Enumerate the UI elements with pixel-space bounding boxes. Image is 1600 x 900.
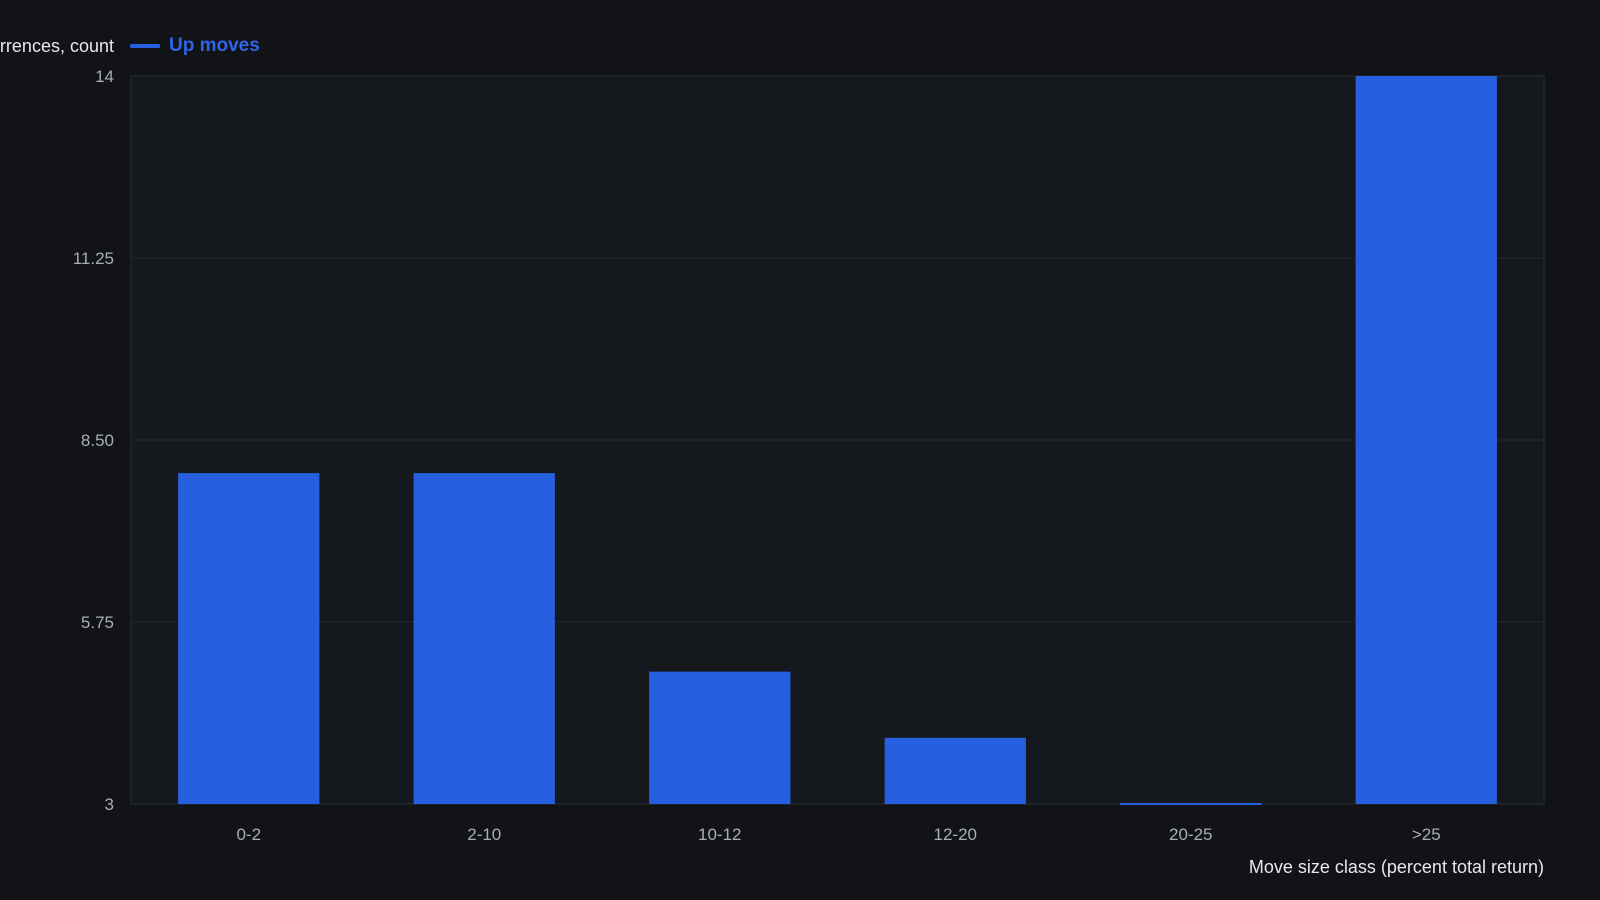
bar-2-10[interactable] bbox=[413, 473, 555, 804]
x-tick-label: 0-2 bbox=[236, 825, 261, 844]
x-axis-label: Move size class (percent total return) bbox=[1248, 857, 1544, 877]
x-tick-label: 2-10 bbox=[467, 825, 501, 844]
bar-0-2[interactable] bbox=[178, 473, 320, 804]
x-tick-label: 20-25 bbox=[1169, 825, 1212, 844]
x-tick-label: 10-12 bbox=[698, 825, 741, 844]
y-tick-label: 3 bbox=[105, 795, 114, 814]
bar-20-25[interactable] bbox=[1120, 803, 1262, 805]
legend-swatch bbox=[130, 44, 160, 48]
x-tick-label: 12-20 bbox=[934, 825, 977, 844]
legend-label-up-moves: Up moves bbox=[169, 35, 260, 56]
y-tick-label: 5.75 bbox=[81, 613, 114, 632]
chart-container: 3 5.75 8.50 11.25 14 0-2 2-10 10-12 12-20 20-25 >… bbox=[0, 0, 1600, 900]
y-axis-label: Occurrences, count bbox=[0, 36, 114, 56]
y-tick-label: 14 bbox=[95, 67, 114, 86]
bar-10-12[interactable] bbox=[649, 671, 791, 804]
bar-chart: 3 5.75 8.50 11.25 14 0-2 2-10 10-12 12-20 20-25 >… bbox=[73, 67, 1545, 844]
x-tick-labels: 0-2 2-10 10-12 12-20 20-25 >25 bbox=[236, 825, 1440, 844]
y-tick-labels: 3 5.75 8.50 11.25 14 bbox=[73, 67, 114, 814]
bar->25[interactable] bbox=[1355, 76, 1497, 804]
y-tick-label: 8.50 bbox=[81, 431, 114, 450]
x-tick-label: >25 bbox=[1412, 825, 1441, 844]
bar-12-20[interactable] bbox=[884, 737, 1026, 804]
legend[interactable]: Up moves bbox=[130, 34, 260, 58]
y-tick-label: 11.25 bbox=[73, 249, 114, 268]
